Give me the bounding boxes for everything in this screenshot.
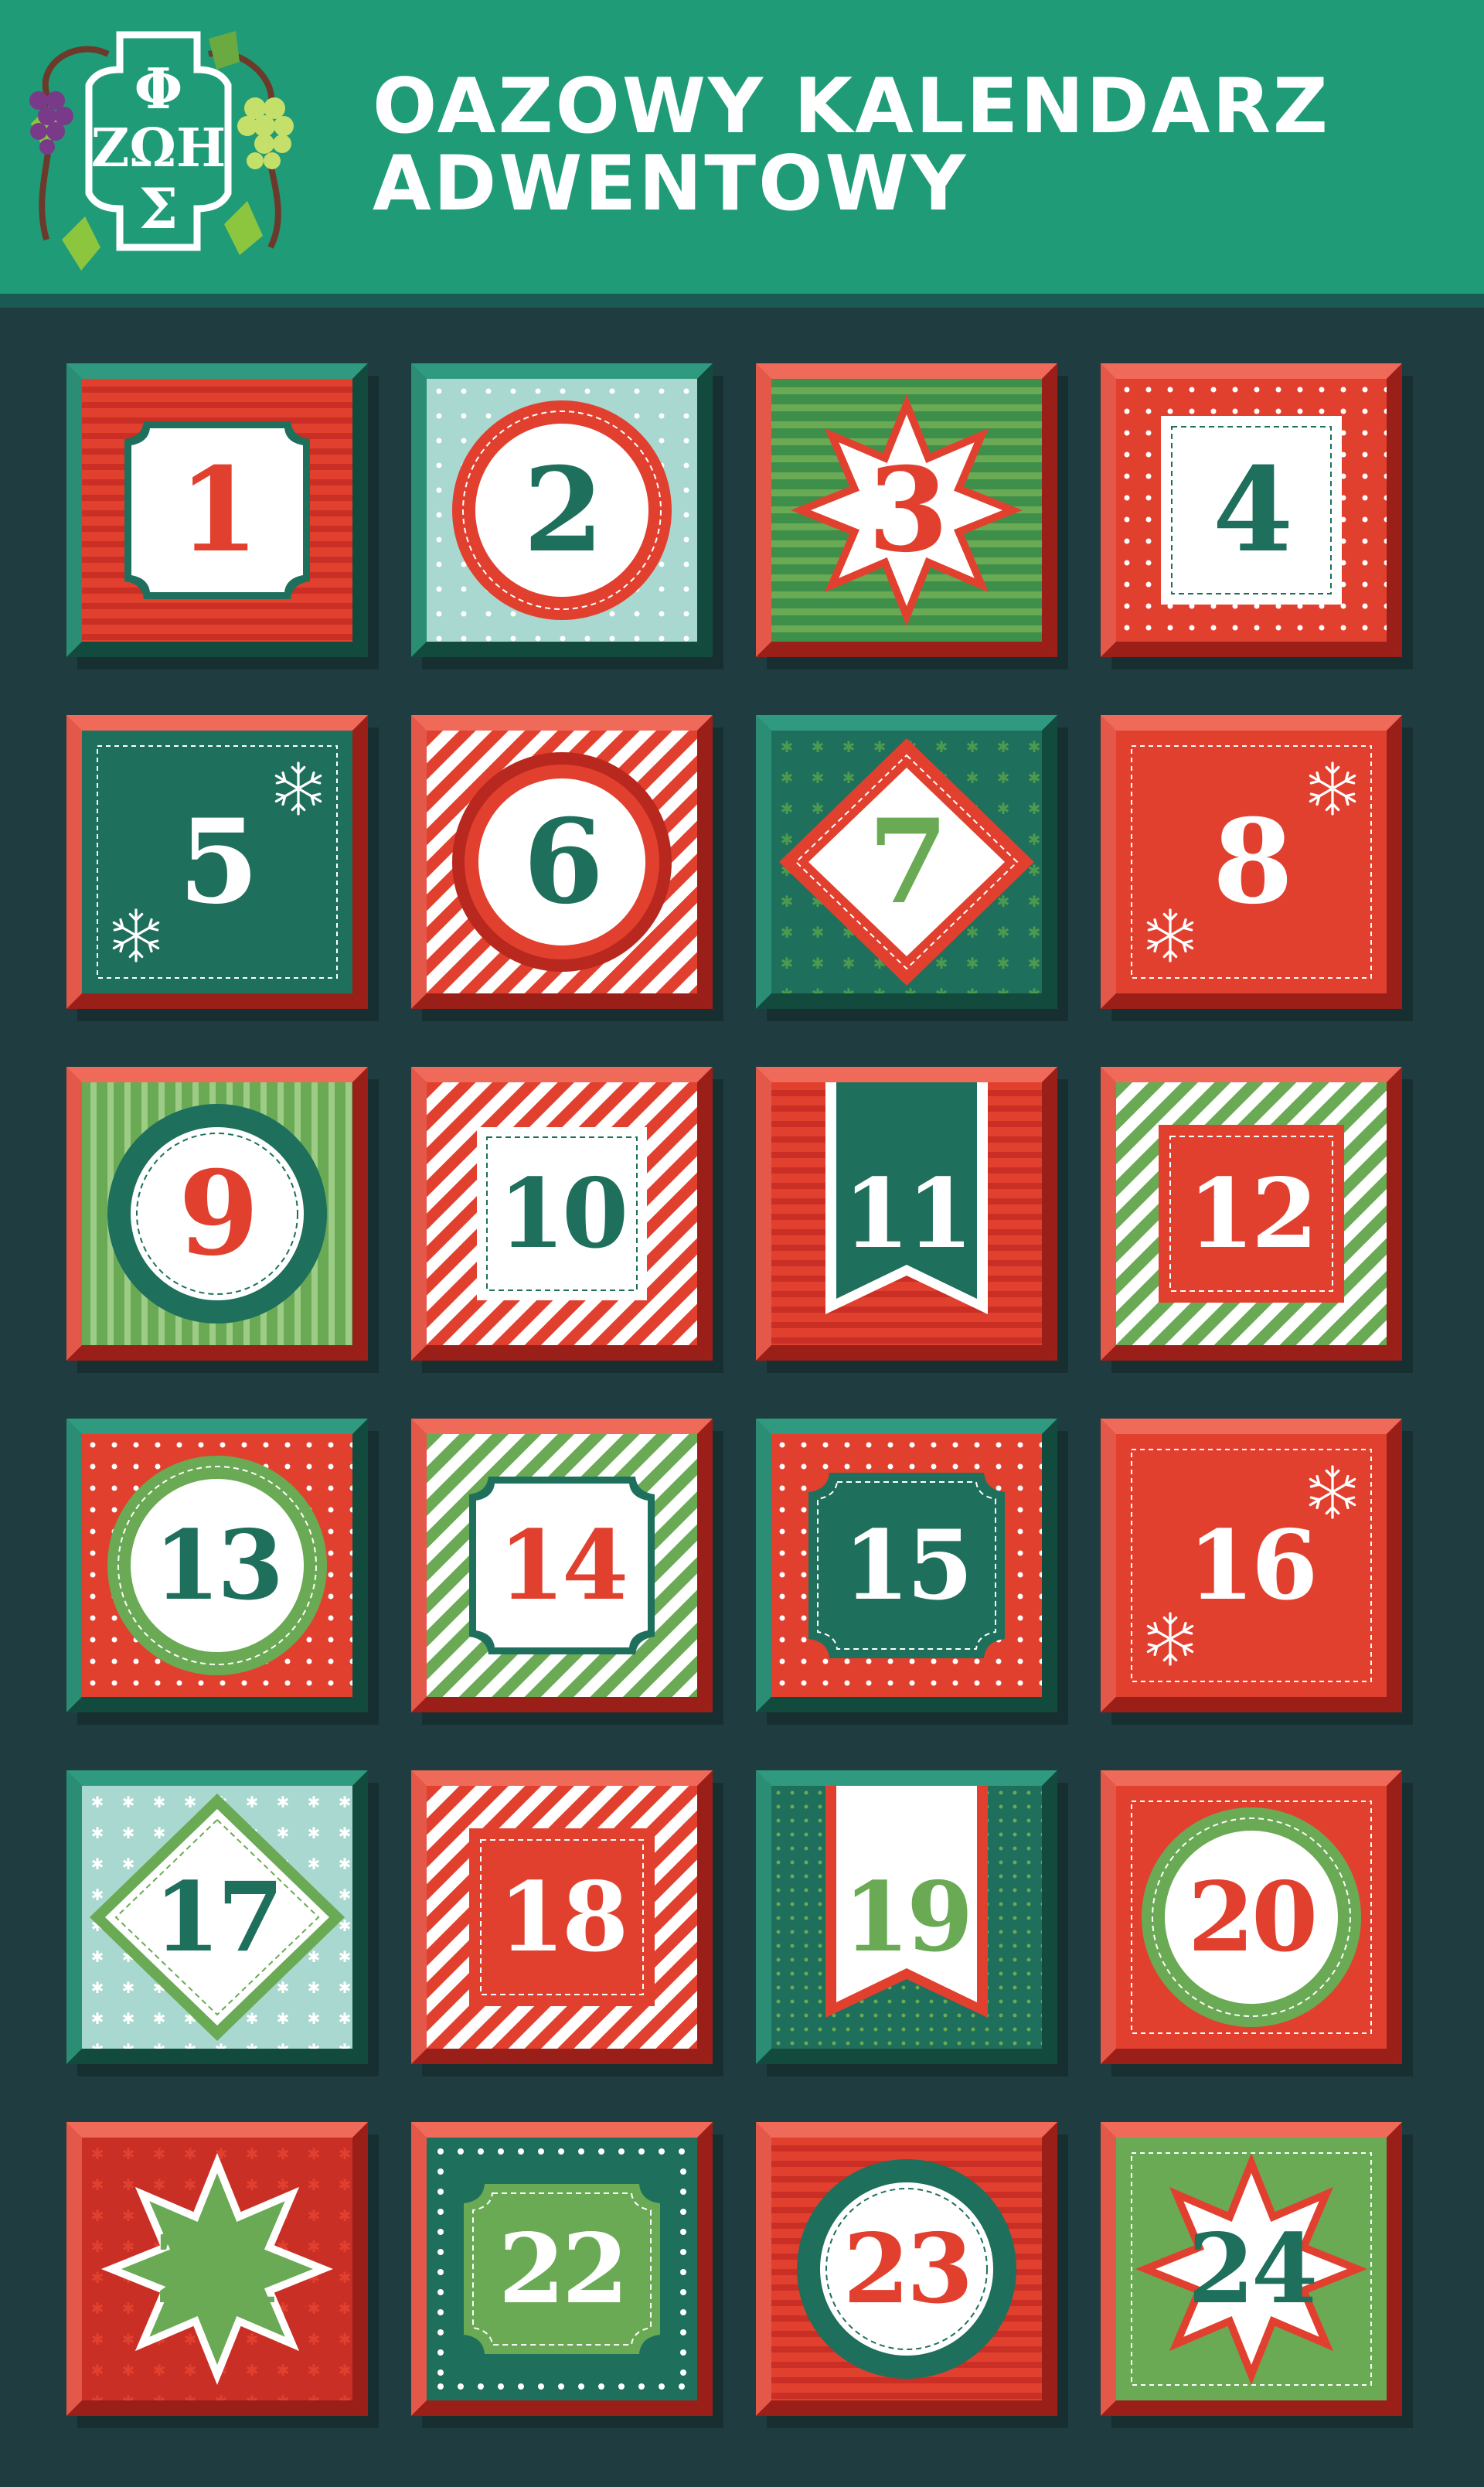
calendar-door-6[interactable]: 6 (411, 715, 713, 1009)
door-number: 1 (178, 442, 259, 578)
door-number: 10 (498, 1157, 629, 1270)
door-panel: 23 (771, 2138, 1042, 2400)
door-panel: 6 (427, 731, 697, 993)
door-panel: ✱17 (82, 1786, 352, 2049)
door-number: 8 (1212, 794, 1293, 930)
door-panel: 14 (427, 1434, 697, 1697)
door-number: 6 (522, 794, 604, 930)
door-panel: 15 (771, 1434, 1042, 1697)
door-number: 12 (1187, 1157, 1319, 1270)
door-panel: 13 (82, 1434, 352, 1697)
door-panel: 3 (771, 379, 1042, 642)
calendar-door-1[interactable]: 1 (66, 363, 368, 657)
advent-calendar-grid: 1 2 3 4 5 6 ✱7 8 9 10 (0, 0, 1484, 2487)
calendar-door-22[interactable]: 22 (411, 2122, 713, 2416)
door-panel: ✱21 (82, 2138, 352, 2400)
door-panel: 10 (427, 1082, 697, 1345)
door-number: 4 (1212, 442, 1293, 578)
door-panel: 18 (427, 1786, 697, 2049)
door-panel: 19 (771, 1786, 1042, 2049)
door-panel: 11 (771, 1082, 1042, 1345)
door-number: 22 (498, 2213, 629, 2325)
calendar-door-8[interactable]: 8 (1101, 715, 1402, 1009)
calendar-door-12[interactable]: 12 (1101, 1067, 1402, 1361)
door-number: 9 (178, 1146, 259, 1282)
door-number: 2 (522, 442, 604, 578)
door-number: 20 (1187, 1861, 1319, 1974)
door-number: 7 (867, 794, 948, 930)
calendar-door-21[interactable]: ✱21 (66, 2122, 368, 2416)
door-number: 3 (867, 442, 948, 578)
door-number: 13 (153, 1509, 284, 1622)
door-panel: 16 (1116, 1434, 1387, 1697)
door-number: 5 (178, 794, 259, 930)
calendar-door-3[interactable]: 3 (756, 363, 1057, 657)
calendar-door-4[interactable]: 4 (1101, 363, 1402, 657)
door-panel: 4 (1116, 379, 1387, 642)
door-number: 19 (842, 1861, 974, 1974)
door-panel: 1 (82, 379, 352, 642)
calendar-door-20[interactable]: 20 (1101, 1770, 1402, 2064)
door-number: 24 (1187, 2213, 1319, 2325)
door-number: 23 (842, 2213, 974, 2325)
door-number: 18 (498, 1861, 629, 1974)
door-panel: 12 (1116, 1082, 1387, 1345)
calendar-door-17[interactable]: ✱17 (66, 1770, 368, 2064)
door-panel: 24 (1116, 2138, 1387, 2400)
calendar-door-9[interactable]: 9 (66, 1067, 368, 1361)
calendar-door-19[interactable]: 19 (756, 1770, 1057, 2064)
door-number: 11 (842, 1157, 974, 1270)
door-number: 14 (498, 1509, 629, 1622)
calendar-door-15[interactable]: 15 (756, 1419, 1057, 1712)
calendar-door-18[interactable]: 18 (411, 1770, 713, 2064)
calendar-door-14[interactable]: 14 (411, 1419, 713, 1712)
door-number: 16 (1187, 1509, 1319, 1622)
door-number: 15 (842, 1509, 974, 1622)
calendar-door-10[interactable]: 10 (411, 1067, 713, 1361)
door-number: 17 (153, 1861, 284, 1974)
door-panel: 2 (427, 379, 697, 642)
door-panel: 9 (82, 1082, 352, 1345)
door-panel: 8 (1116, 731, 1387, 993)
door-panel: ✱7 (771, 731, 1042, 993)
door-number: 21 (153, 2213, 284, 2325)
calendar-door-2[interactable]: 2 (411, 363, 713, 657)
door-panel: 20 (1116, 1786, 1387, 2049)
calendar-door-7[interactable]: ✱7 (756, 715, 1057, 1009)
calendar-door-23[interactable]: 23 (756, 2122, 1057, 2416)
calendar-door-16[interactable]: 16 (1101, 1419, 1402, 1712)
calendar-door-24[interactable]: 24 (1101, 2122, 1402, 2416)
door-panel: 22 (427, 2138, 697, 2400)
calendar-door-13[interactable]: 13 (66, 1419, 368, 1712)
calendar-door-5[interactable]: 5 (66, 715, 368, 1009)
door-panel: 5 (82, 731, 352, 993)
calendar-door-11[interactable]: 11 (756, 1067, 1057, 1361)
